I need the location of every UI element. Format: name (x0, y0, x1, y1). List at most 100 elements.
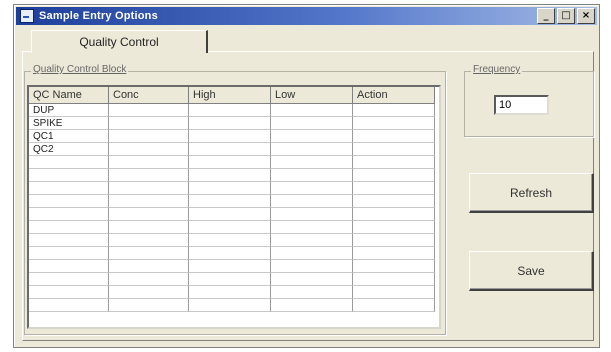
table-cell[interactable] (29, 156, 109, 169)
table-cell[interactable] (353, 221, 435, 234)
table-cell[interactable] (109, 104, 189, 117)
table-row[interactable] (29, 234, 439, 247)
table-cell[interactable] (189, 247, 271, 260)
table-row[interactable] (29, 208, 439, 221)
close-button[interactable]: × (577, 8, 595, 24)
table-cell[interactable] (109, 299, 189, 312)
table-cell[interactable]: SPIKE (29, 117, 109, 130)
table-cell[interactable] (271, 260, 353, 273)
table-cell[interactable] (353, 234, 435, 247)
table-cell[interactable]: DUP (29, 104, 109, 117)
table-cell[interactable] (353, 260, 435, 273)
table-cell[interactable] (29, 234, 109, 247)
table-row[interactable] (29, 156, 439, 169)
table-cell[interactable] (189, 156, 271, 169)
table-cell[interactable] (189, 143, 271, 156)
table-row[interactable] (29, 273, 439, 286)
table-cell[interactable] (109, 247, 189, 260)
table-cell[interactable] (353, 247, 435, 260)
table-cell[interactable] (29, 299, 109, 312)
table-cell[interactable] (189, 273, 271, 286)
table-cell[interactable] (189, 221, 271, 234)
table-cell[interactable] (271, 286, 353, 299)
table-cell[interactable] (189, 299, 271, 312)
table-cell[interactable] (109, 234, 189, 247)
table-row[interactable] (29, 182, 439, 195)
table-cell[interactable] (271, 130, 353, 143)
table-row[interactable] (29, 260, 439, 273)
table-cell[interactable] (29, 286, 109, 299)
table-cell[interactable] (109, 169, 189, 182)
save-button[interactable]: Save (469, 251, 594, 291)
table-row[interactable]: SPIKE (29, 117, 439, 130)
table-cell[interactable] (189, 260, 271, 273)
table-cell[interactable] (189, 234, 271, 247)
table-cell[interactable] (189, 104, 271, 117)
title-bar[interactable]: Sample Entry Options _ □ × (16, 7, 597, 25)
table-cell[interactable] (109, 221, 189, 234)
table-cell[interactable] (189, 169, 271, 182)
table-cell[interactable] (109, 143, 189, 156)
table-cell[interactable] (353, 286, 435, 299)
table-row[interactable] (29, 299, 439, 312)
table-cell[interactable] (29, 273, 109, 286)
table-cell[interactable] (353, 195, 435, 208)
table-cell[interactable] (271, 117, 353, 130)
table-cell[interactable] (189, 182, 271, 195)
table-cell[interactable] (353, 130, 435, 143)
table-cell[interactable] (29, 182, 109, 195)
table-cell[interactable] (109, 195, 189, 208)
table-cell[interactable] (29, 260, 109, 273)
table-cell[interactable] (29, 195, 109, 208)
table-cell[interactable] (353, 104, 435, 117)
table-cell[interactable] (109, 286, 189, 299)
column-header-high[interactable]: High (189, 87, 271, 104)
table-cell[interactable] (109, 182, 189, 195)
table-cell[interactable] (353, 182, 435, 195)
table-cell[interactable] (109, 130, 189, 143)
table-row[interactable]: QC1 (29, 130, 439, 143)
column-header-action[interactable]: Action (353, 87, 435, 104)
table-cell[interactable] (271, 208, 353, 221)
table-cell[interactable]: QC2 (29, 143, 109, 156)
table-cell[interactable] (29, 221, 109, 234)
column-header-conc[interactable]: Conc (109, 87, 189, 104)
table-row[interactable] (29, 169, 439, 182)
column-header-qc-name[interactable]: QC Name (29, 87, 109, 104)
table-row[interactable]: DUP (29, 104, 439, 117)
table-cell[interactable] (271, 143, 353, 156)
tab-quality-control[interactable]: Quality Control (31, 30, 208, 53)
table-cell[interactable]: QC1 (29, 130, 109, 143)
table-cell[interactable] (353, 169, 435, 182)
table-cell[interactable] (29, 208, 109, 221)
table-row[interactable] (29, 221, 439, 234)
table-cell[interactable] (109, 156, 189, 169)
table-cell[interactable] (271, 273, 353, 286)
table-cell[interactable] (109, 260, 189, 273)
table-cell[interactable] (353, 156, 435, 169)
column-header-low[interactable]: Low (271, 87, 353, 104)
table-cell[interactable] (271, 195, 353, 208)
table-row[interactable] (29, 195, 439, 208)
table-row[interactable] (29, 286, 439, 299)
table-cell[interactable] (29, 247, 109, 260)
maximize-button[interactable]: □ (557, 8, 575, 24)
minimize-button[interactable]: _ (537, 8, 555, 24)
table-cell[interactable] (353, 299, 435, 312)
table-cell[interactable] (189, 195, 271, 208)
table-cell[interactable] (271, 169, 353, 182)
table-cell[interactable] (109, 208, 189, 221)
table-cell[interactable] (271, 221, 353, 234)
qc-table[interactable]: QC Name Conc High Low Action DUP SPIKE QC1… (27, 85, 441, 329)
table-row[interactable] (29, 247, 439, 260)
table-cell[interactable] (271, 299, 353, 312)
table-cell[interactable] (353, 273, 435, 286)
table-cell[interactable] (189, 130, 271, 143)
table-cell[interactable] (109, 273, 189, 286)
table-cell[interactable] (271, 156, 353, 169)
frequency-input[interactable] (494, 95, 549, 115)
table-cell[interactable] (189, 286, 271, 299)
table-cell[interactable] (189, 208, 271, 221)
refresh-button[interactable]: Refresh (469, 173, 594, 213)
table-row[interactable]: QC2 (29, 143, 439, 156)
